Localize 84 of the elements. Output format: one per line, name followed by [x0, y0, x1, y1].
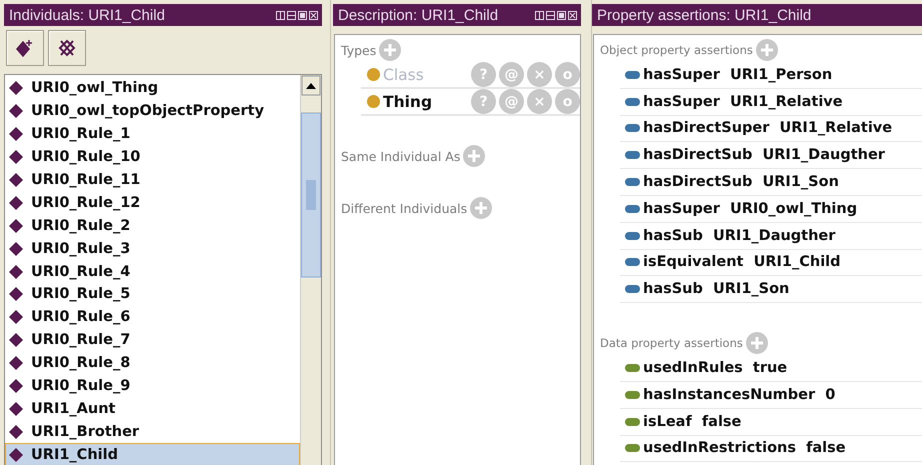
individual-item[interactable]: URI0_Rule_11 [5, 168, 300, 192]
close-icon[interactable] [309, 10, 318, 20]
property-assertion[interactable]: hasSub URI1_Daugther [643, 228, 836, 244]
section-heading: Data property assertions [600, 336, 743, 350]
diamond-icon [9, 310, 23, 324]
diamond-icon [9, 218, 23, 233]
property-assertion[interactable]: isEquivalent URI1_Child [643, 254, 841, 270]
panel-title: Property assertions: URI1_Child [597, 6, 812, 24]
horizontal-split-icon[interactable] [546, 10, 555, 20]
object-property-icon [625, 98, 640, 106]
diamond-icon [9, 127, 23, 142]
split-view-icon[interactable] [535, 10, 544, 20]
diamond-icon [9, 333, 23, 348]
individual-item[interactable]: URI0_Rule_5 [5, 283, 300, 306]
diamond-icon [9, 104, 23, 118]
section-heading: Different Individuals [341, 200, 468, 216]
object-property-icon [625, 124, 640, 132]
split-view-icon[interactable] [276, 10, 285, 20]
individual-item[interactable]: URI1_Child [5, 443, 300, 465]
individual-item[interactable]: URI0_owl_Thing [5, 77, 300, 100]
type-label: Class [383, 66, 425, 84]
property-assertion[interactable]: usedInRestrictions false [643, 440, 846, 456]
diamond-icon [9, 424, 23, 439]
object-property-icon [625, 178, 640, 186]
object-property-icon [625, 285, 640, 294]
property-assertion[interactable]: hasDirectSuper URI1_Relative [643, 120, 892, 136]
individual-item[interactable]: URI0_Rule_2 [5, 214, 300, 238]
data-property-icon [625, 418, 640, 426]
section-heading: Types [341, 42, 376, 58]
section-heading: Same Individual As [341, 148, 460, 164]
individual-item[interactable]: URI0_Rule_8 [5, 352, 300, 375]
individual-item[interactable]: URI0_Rule_3 [5, 237, 300, 260]
type-label: Thing [383, 92, 434, 110]
object-property-icon [625, 70, 640, 79]
diamond-plus-icon [16, 39, 34, 57]
object-property-icon [625, 232, 640, 240]
diamond-icon [9, 242, 23, 256]
class-icon [367, 95, 380, 108]
property-assertion[interactable]: hasSuper URI1_Relative [643, 94, 843, 110]
individual-item[interactable]: URI0_Rule_9 [5, 374, 300, 398]
property-assertion[interactable]: usedInRules true [643, 360, 788, 376]
delete-individual-button[interactable] [48, 30, 86, 66]
close-icon[interactable] [568, 10, 577, 20]
diamond-icon [9, 81, 23, 96]
horizontal-split-icon[interactable] [287, 10, 296, 20]
diamond-icon [9, 448, 23, 462]
diamond-icon [9, 287, 23, 302]
individual-item[interactable]: URI0_owl_topObjectProperty [5, 100, 300, 123]
object-property-icon [625, 204, 640, 213]
property-assertion[interactable]: hasSub URI1_Son [643, 281, 790, 298]
diamond-icon [9, 379, 23, 394]
diamond-icon [9, 150, 23, 164]
property-assertion[interactable]: hasInstancesNumber 0 [643, 386, 836, 403]
data-property-icon [625, 390, 640, 399]
add-individual-button[interactable] [6, 30, 44, 66]
individual-item[interactable]: URI0_Rule_7 [5, 328, 300, 352]
individual-item[interactable]: URI0_Rule_6 [5, 306, 300, 329]
panel-title: Description: URI1_Child [338, 6, 498, 24]
diamond-cross-icon [57, 38, 77, 58]
diamond-icon [9, 356, 23, 370]
diamond-icon [9, 196, 23, 210]
panel-title: Individuals: URI1_Child [9, 6, 165, 24]
object-property-icon [625, 151, 640, 160]
individual-item[interactable]: URI0_Rule_12 [5, 191, 300, 214]
property-assertion[interactable]: hasSuper URI0_owl_Thing [643, 200, 858, 217]
object-property-icon [625, 258, 640, 266]
property-assertion[interactable]: hasDirectSub URI1_Son [643, 174, 839, 190]
maximize-icon[interactable] [557, 10, 566, 20]
individual-item[interactable]: URI0_Rule_1 [5, 122, 300, 146]
individual-item[interactable]: URI1_Aunt [5, 397, 300, 420]
maximize-icon[interactable] [298, 10, 307, 20]
individual-item[interactable]: URI1_Brother [5, 420, 300, 444]
class-icon [367, 68, 380, 81]
individual-item[interactable]: URI0_Rule_4 [5, 260, 300, 284]
diamond-icon [9, 264, 23, 279]
property-assertion[interactable]: hasDirectSub URI1_Daugther [643, 147, 885, 164]
data-property-icon [625, 364, 640, 372]
diamond-icon [9, 402, 23, 416]
data-property-icon [625, 444, 640, 452]
individual-item[interactable]: URI0_Rule_10 [5, 146, 300, 169]
property-assertion[interactable]: isLeaf false [643, 414, 742, 430]
diamond-icon [9, 173, 23, 187]
section-heading: Object property assertions [600, 43, 753, 57]
property-assertion[interactable]: hasSuper URI1_Person [643, 66, 832, 83]
